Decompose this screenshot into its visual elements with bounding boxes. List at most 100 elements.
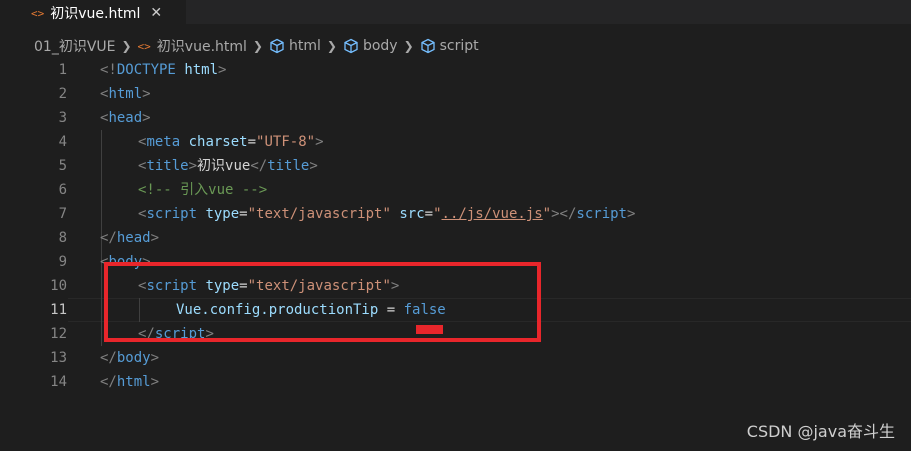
token: > [150,230,160,246]
token: = [239,206,248,222]
line-number: 14 [50,374,67,390]
token: </ [100,374,117,390]
breadcrumb-html-label: html [288,38,321,54]
code-text: <title>初识vue</title> [138,154,318,178]
code-line: 7 <script type="text/javascript" src="..… [0,202,911,226]
token: > [150,374,160,390]
code-editor[interactable]: 1 <!DOCTYPE html> 2 <html> 3 <head> 4 <m… [0,58,911,451]
token: type [205,206,240,222]
line-number: 12 [50,326,67,342]
code-text: <!DOCTYPE html> [100,58,226,82]
breadcrumb: 01_初识VUE ❯ <> 初识vue.html ❯ html ❯ body ❯… [0,34,911,58]
line-number: 2 [58,86,67,102]
token: = [247,134,257,150]
chevron-right-icon: ❯ [403,39,414,53]
breadcrumb-file-label: 初识vue.html [156,39,247,55]
breadcrumb-html[interactable]: html [269,38,321,54]
line-number: 1 [58,62,67,78]
token: > [315,134,324,150]
token: head [108,110,143,126]
token: "text/javascript" [247,206,391,222]
token: " [542,206,552,222]
breadcrumb-script-label: script [439,38,479,54]
code-text: <meta charset="UTF-8"> [138,130,324,154]
token: > [188,158,198,174]
token: title [146,158,189,174]
code-text: <script type="text/javascript" src="../j… [138,202,635,226]
chevron-right-icon: ❯ [121,39,132,53]
token: ></ [551,206,577,222]
cube-icon [270,38,284,54]
code-text: </head> [100,226,159,250]
line-number: 8 [58,230,67,246]
close-icon[interactable]: ✕ [150,5,162,21]
token: DOCTYPE [116,62,176,78]
breadcrumb-body[interactable]: body [343,38,398,54]
code-line: 1 <!DOCTYPE html> [0,58,911,82]
cube-icon [420,38,435,54]
token: > [142,110,151,126]
line-number: 9 [58,254,67,270]
breadcrumb-body-label: body [362,38,398,54]
line-number: 7 [58,206,67,222]
token: html [116,374,151,390]
line-number: 3 [58,110,67,126]
token: body [116,350,151,366]
red-annotation-box [104,262,541,342]
token: <! [100,62,117,78]
chevron-right-icon: ❯ [252,39,263,53]
token: script [146,206,198,222]
code-text: </html> [100,370,159,394]
html-file-icon: <> [137,39,151,53]
code-line: 13 </body> [0,346,911,370]
breadcrumb-file[interactable]: <> 初识vue.html [138,36,247,56]
editor-tab-bar: <> 初识vue.html ✕ [0,0,911,25]
chevron-right-icon: ❯ [326,39,337,53]
code-text: </body> [100,346,159,370]
token: </ [250,158,268,174]
code-line: 14 </html> [0,370,911,394]
token: html [108,86,143,102]
token: head [116,230,151,246]
code-line: 6 <!-- 引入vue --> [0,178,911,202]
html-file-icon: <> [31,6,45,20]
token: "UTF-8" [256,134,316,150]
token: > [626,206,636,222]
token: title [267,158,310,174]
token: charset [188,134,248,150]
token: > [150,350,160,366]
line-number: 5 [58,158,67,174]
token: </ [100,350,117,366]
line-number: 13 [50,350,67,366]
token: > [309,158,318,174]
token: </ [100,230,117,246]
token: = [424,206,434,222]
token: meta [146,134,181,150]
cube-icon [344,38,358,54]
watermark: CSDN @java奋斗生 [746,422,895,441]
breadcrumb-folder[interactable]: 01_初识VUE [34,36,115,56]
code-line: 5 <title>初识vue</title> [0,154,911,178]
line-number: 4 [58,134,67,150]
token: > [218,62,227,78]
code-text: <html> [100,82,151,106]
file-path-link[interactable]: ../js/vue.js [442,206,543,222]
breadcrumb-script[interactable]: script [420,38,479,54]
tab-label: 初识vue.html [50,6,141,22]
red-annotation-mark [416,325,443,334]
token: > [142,86,151,102]
code-text: <head> [100,106,151,130]
line-number: 11 [50,302,67,318]
tab-vue-html[interactable]: <> 初识vue.html ✕ [0,0,186,25]
token: 初识vue [197,158,251,174]
line-number: 10 [50,278,67,294]
token: script [576,206,627,222]
code-line: 8 </head> [0,226,911,250]
code-line: 2 <html> [0,82,911,106]
code-comment: <!-- 引入vue --> [138,182,268,198]
token: " [433,206,442,222]
token: html [184,62,219,78]
token: src [399,206,425,222]
code-line: 3 <head> [0,106,911,130]
line-number: 6 [58,182,67,198]
